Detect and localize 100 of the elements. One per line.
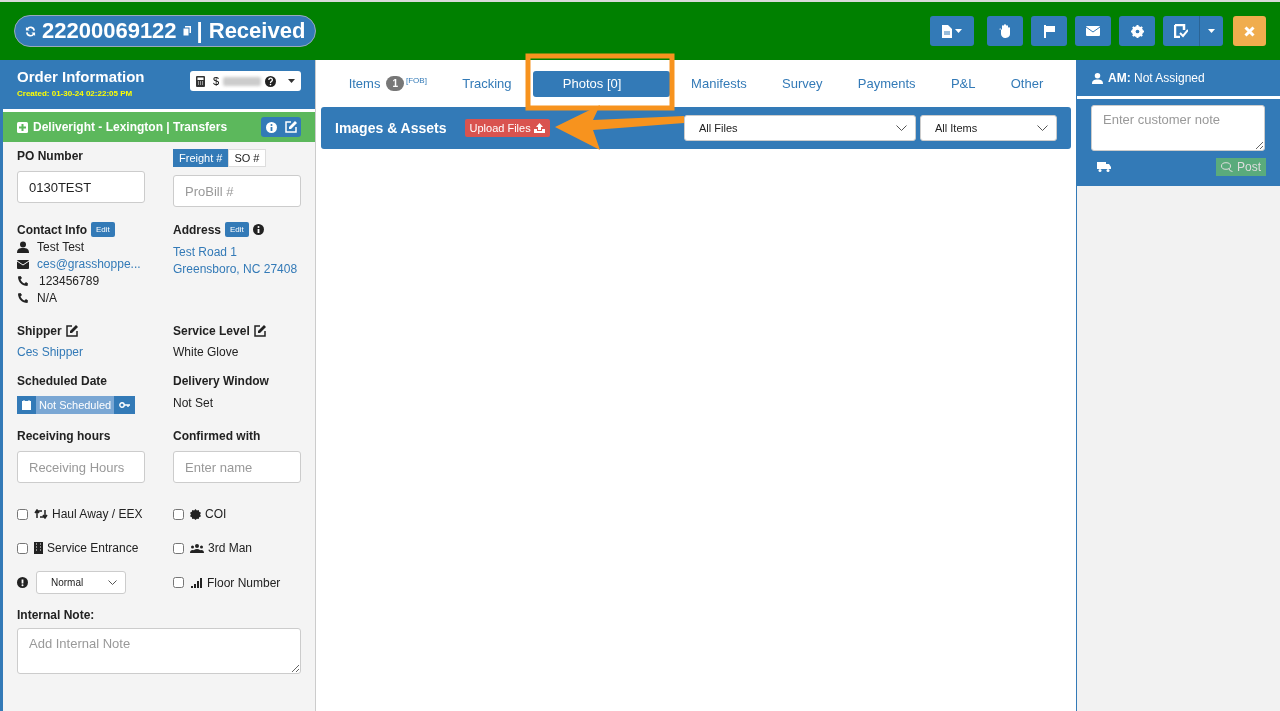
address-link[interactable]: Test Road 1	[173, 245, 301, 259]
tab[interactable]: Items 1 $^{[FOB]}$	[334, 66, 441, 101]
checkbox[interactable]	[17, 508, 28, 520]
settings-button[interactable]	[1119, 16, 1155, 46]
option-label: 3rd Man	[208, 541, 253, 555]
account-manager: AM: Not Assigned	[1108, 71, 1205, 85]
created-date: Created: 01-30-24 02:22:05 PM	[17, 89, 134, 98]
internal-note-field[interactable]: Add Internal Note	[17, 628, 301, 674]
tab[interactable]: Manifests	[677, 66, 761, 101]
account-name: Deliveright - Lexington | Transfers	[33, 120, 228, 134]
po-number-field[interactable]: 0130TEST	[17, 171, 145, 203]
reference-tab[interactable]: SO #	[228, 149, 266, 167]
edit-button[interactable]: Edit	[225, 222, 249, 237]
flag-icon	[1043, 24, 1055, 38]
phone-icon	[17, 275, 29, 287]
copy-icon[interactable]	[182, 26, 191, 36]
phone-number: N/A	[37, 291, 57, 305]
filter-dropdown[interactable]: All Files	[684, 115, 916, 141]
section-title: Images & Assets	[335, 120, 447, 136]
close-icon	[1244, 25, 1255, 37]
option-label: Service Entrance	[47, 541, 139, 555]
tab[interactable]: Survey	[768, 66, 837, 101]
document-menu-button[interactable]	[930, 16, 974, 46]
refresh-icon[interactable]	[25, 25, 36, 37]
document-icon	[942, 24, 952, 38]
envelope-icon	[1086, 26, 1100, 36]
swap-arrows-icon	[34, 509, 48, 519]
receiving-hours-field[interactable]: Receiving Hours	[17, 451, 145, 483]
order-number: 22200069122	[42, 18, 177, 44]
upload-button[interactable]: Upload Files	[464, 119, 550, 137]
key-icon[interactable]	[114, 396, 136, 414]
calendar-icon[interactable]	[17, 396, 36, 414]
edit-icon[interactable]	[253, 325, 266, 337]
customer-note-field[interactable]: Enter customer note	[1091, 105, 1265, 151]
info-icon	[265, 121, 277, 133]
option-label: Floor Number	[207, 575, 281, 590]
plus-square-icon[interactable]	[17, 121, 28, 133]
caret-icon	[288, 79, 295, 83]
building-icon	[34, 542, 43, 554]
dropdown-button[interactable]	[1199, 16, 1223, 46]
hand-button[interactable]	[987, 16, 1023, 46]
priority-dropdown[interactable]: Normal	[36, 571, 126, 594]
probill-field[interactable]: ProBill #	[173, 175, 301, 207]
exclamation-icon	[17, 577, 28, 588]
person-icon	[1092, 72, 1103, 84]
hand-icon	[999, 24, 1011, 38]
checkbox[interactable]	[17, 542, 28, 554]
clipboard-check-button[interactable]	[1163, 16, 1199, 46]
checkbox[interactable]	[173, 508, 184, 520]
info-icon	[252, 224, 264, 235]
tab[interactable]: Other	[996, 66, 1058, 101]
chevron-icon	[108, 580, 117, 585]
tab[interactable]: Payments	[843, 66, 930, 101]
badge-icon	[190, 508, 201, 520]
settings-icon	[1130, 24, 1144, 38]
chevron-icon	[896, 125, 907, 131]
edit-icon[interactable]	[65, 325, 78, 337]
truck-icon[interactable]	[1097, 162, 1111, 172]
tab-note: [FOB]	[406, 76, 427, 85]
phone-number: 123456789	[39, 274, 100, 288]
flag-button[interactable]	[1031, 16, 1067, 46]
chevron-icon	[1037, 125, 1048, 131]
field-label: Delivery Window	[173, 374, 270, 388]
delivery-window-value: Not Set	[173, 396, 215, 410]
count-badge: 1	[386, 76, 404, 91]
phone-icon	[17, 292, 29, 304]
option-label: Haul Away / EEX	[52, 507, 143, 521]
shipper-link[interactable]: Ces Shipper	[17, 345, 173, 359]
confirmed-with-field[interactable]: Enter name	[173, 451, 301, 483]
checkbox[interactable]	[173, 542, 184, 554]
help-icon	[265, 75, 276, 87]
contact-name: Test Test	[37, 240, 85, 254]
email-link[interactable]: ces@grasshoppe...	[37, 257, 141, 271]
signal-bars-icon	[190, 577, 203, 588]
price-dropdown[interactable]: $	[189, 71, 301, 91]
field-label: Contact Info	[17, 222, 87, 237]
schedule-button[interactable]: Not Scheduled	[36, 396, 115, 414]
reference-tab[interactable]: Freight #	[173, 149, 229, 167]
upload-icon	[533, 123, 545, 133]
field-label: Address	[173, 222, 222, 237]
edit-button[interactable]: Edit	[91, 222, 115, 237]
clipboard-check-icon	[1174, 24, 1188, 38]
caret-icon	[1208, 29, 1215, 33]
checkbox[interactable]	[173, 577, 184, 588]
option-label: COI	[205, 507, 227, 521]
field-label: Service Level	[173, 324, 250, 338]
order-status: Received	[208, 18, 306, 44]
address-link[interactable]: Greensboro, NC 27408	[173, 262, 301, 276]
tab[interactable]: Photos [0]	[532, 70, 670, 97]
tab[interactable]: Tracking	[448, 66, 526, 101]
filter-dropdown[interactable]: All Items	[920, 115, 1057, 141]
people-icon	[190, 543, 204, 553]
separator: |	[196, 18, 203, 44]
service-level-value: White Glove	[173, 345, 240, 359]
envelope-button[interactable]	[1075, 16, 1111, 46]
edit-icon	[285, 121, 297, 133]
field-label: Shipper	[17, 324, 62, 338]
field-label: Receiving hours	[17, 429, 112, 443]
caret-icon	[955, 29, 962, 33]
tab[interactable]: P&L	[936, 66, 990, 101]
